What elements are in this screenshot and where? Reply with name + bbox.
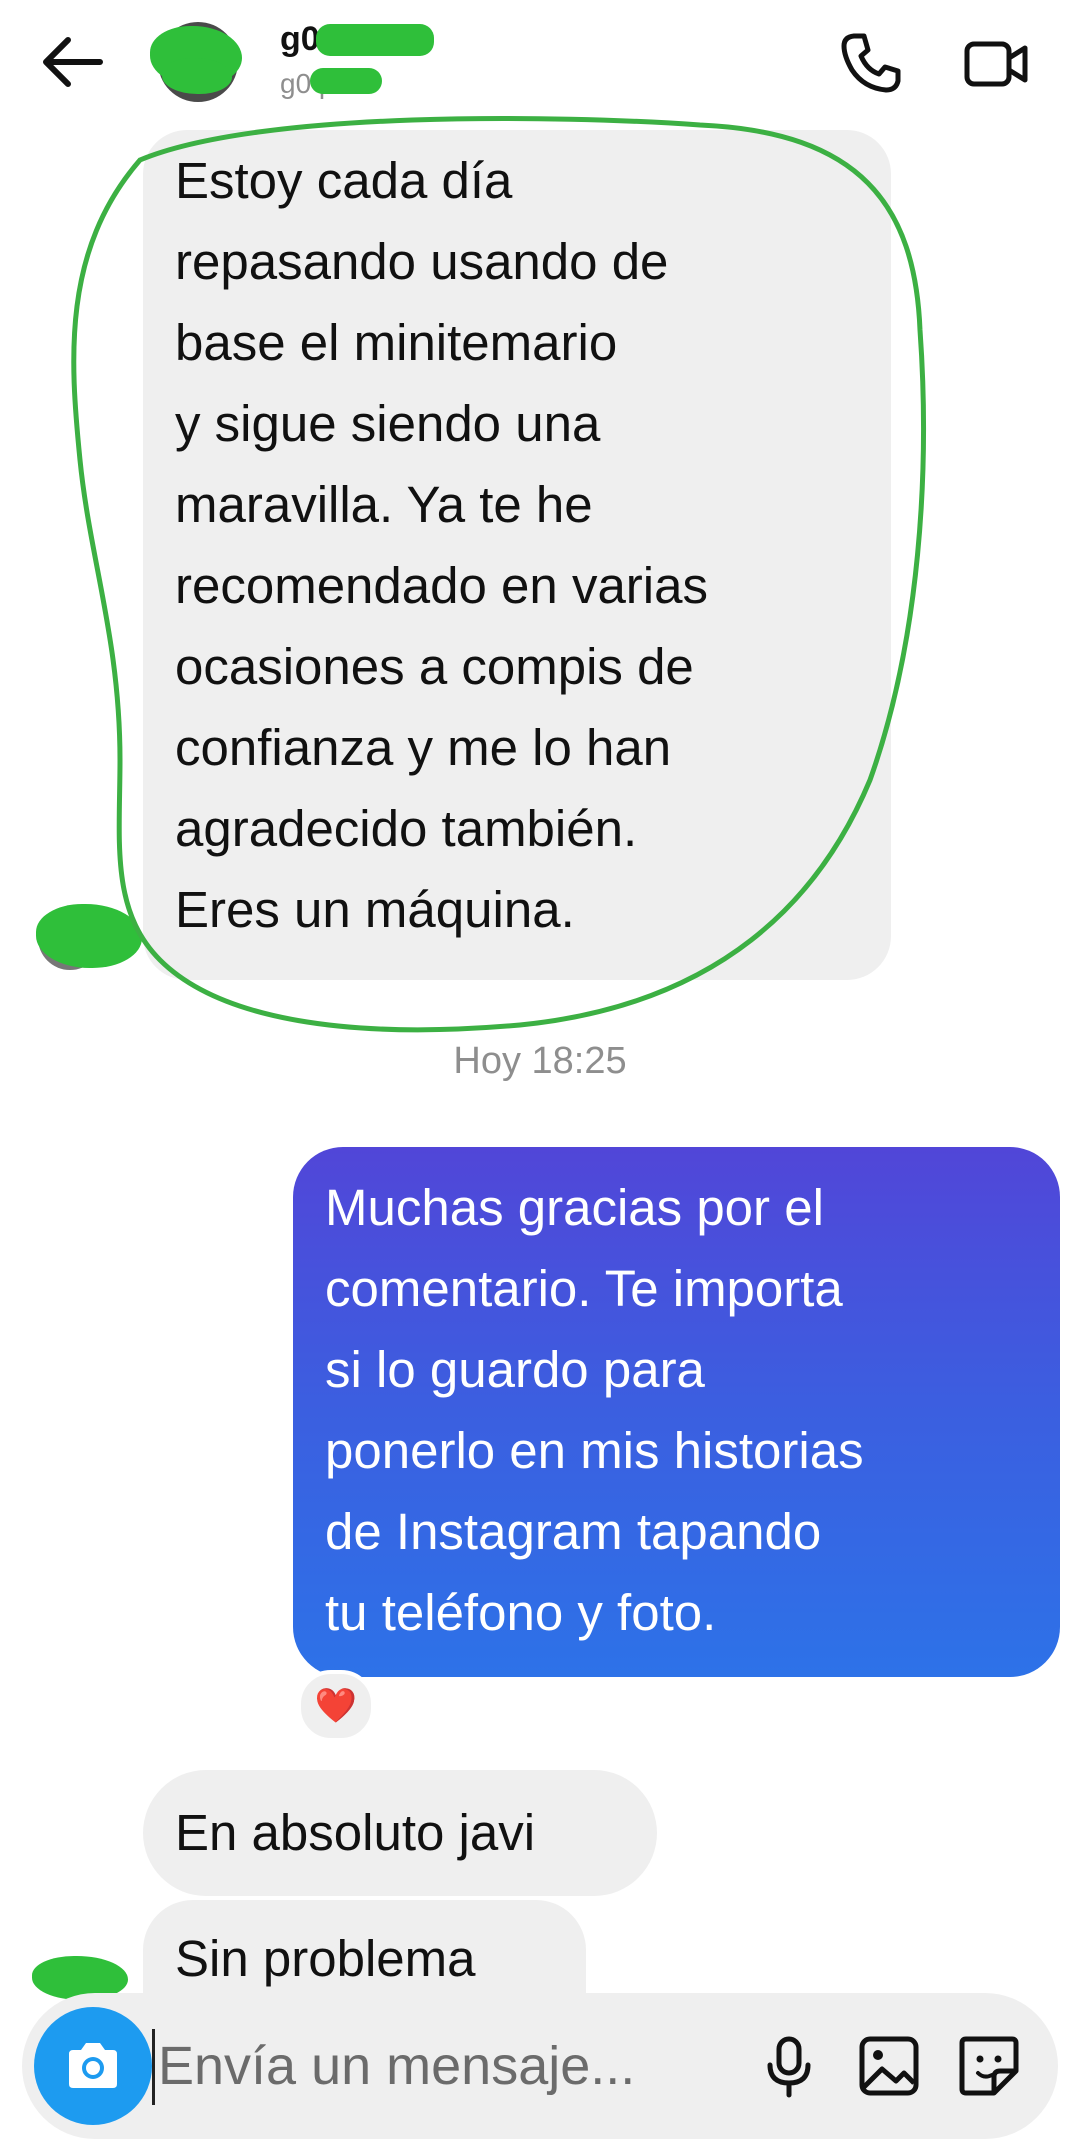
contact-name[interactable]: g0: [280, 20, 320, 59]
heart-reaction[interactable]: ❤️: [297, 1670, 375, 1742]
video-camera-icon: [964, 41, 1028, 87]
camera-icon: [69, 2043, 117, 2088]
back-button[interactable]: [34, 28, 110, 96]
message-line: ponerlo en mis historias: [325, 1422, 864, 1479]
message-line: Eres un máquina.: [175, 881, 575, 938]
microphone-icon: [767, 2036, 811, 2098]
image-icon: [859, 2036, 919, 2096]
phone-icon: [841, 33, 901, 93]
message-line: de Instagram tapando: [325, 1503, 822, 1560]
incoming-message[interactable]: Estoy cada día repasando usando de base …: [143, 130, 891, 980]
message-timestamp: Hoy 18:25: [453, 1040, 627, 1082]
message-text: Sin problema: [175, 1930, 476, 1987]
gallery-button[interactable]: [852, 2029, 926, 2103]
redaction-mark: [310, 68, 382, 94]
message-input[interactable]: [152, 2019, 758, 2113]
message-line: Estoy cada día: [175, 152, 513, 209]
outgoing-message[interactable]: Muchas gracias por el comentario. Te imp…: [293, 1147, 1060, 1677]
message-composer: [22, 1993, 1058, 2139]
chat-header: g0 g0 p: [0, 0, 1080, 125]
redaction-mark: [36, 904, 142, 968]
message-line: confianza y me lo han: [175, 719, 672, 776]
message-line: repasando usando de: [175, 233, 669, 290]
message-line: recomendado en varias: [175, 557, 708, 614]
redaction-mark: [162, 58, 232, 94]
message-line: maravilla. Ya te he: [175, 476, 593, 533]
message-line: ocasiones a compis de: [175, 638, 694, 695]
message-line: base el minitemario: [175, 314, 618, 371]
message-line: agradecido también.: [175, 800, 638, 857]
sticker-icon: [959, 2036, 1019, 2096]
message-line: tu teléfono y foto.: [325, 1584, 717, 1641]
camera-button[interactable]: [34, 2007, 152, 2125]
message-line: si lo guardo para: [325, 1341, 705, 1398]
message-line: Muchas gracias por el: [325, 1179, 824, 1236]
sticker-button[interactable]: [952, 2029, 1026, 2103]
incoming-message[interactable]: En absoluto javi: [143, 1770, 657, 1896]
video-call-button[interactable]: [962, 28, 1032, 98]
redaction-mark: [316, 24, 434, 56]
message-line: comentario. Te importa: [325, 1260, 843, 1317]
message-line: y sigue siendo una: [175, 395, 601, 452]
voice-message-button[interactable]: [752, 2029, 826, 2103]
message-text: En absoluto javi: [175, 1804, 536, 1861]
back-arrow-icon: [43, 37, 103, 87]
call-button[interactable]: [836, 28, 906, 98]
